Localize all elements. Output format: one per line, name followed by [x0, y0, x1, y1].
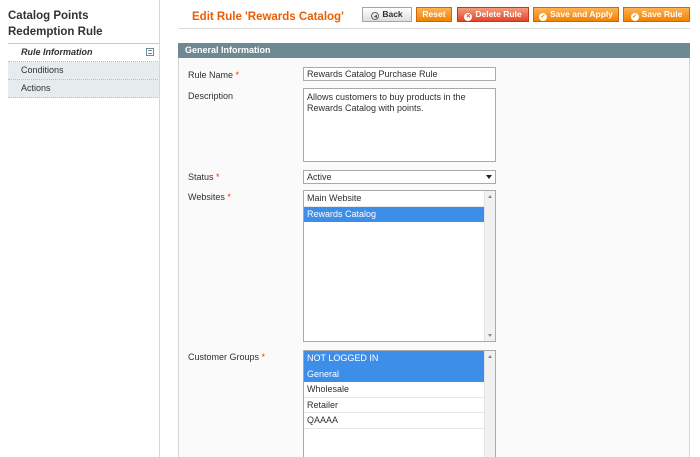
customer-group-option[interactable]: QAAAA	[304, 413, 484, 429]
delete-icon: ✕	[464, 13, 473, 21]
status-select[interactable]: Active	[303, 170, 496, 184]
delete-rule-button-label: Delete Rule	[475, 9, 522, 19]
websites-option[interactable]: Rewards Catalog	[304, 206, 484, 222]
description-textarea[interactable]: Allows customers to buy products in the …	[303, 88, 496, 162]
customer-group-option[interactable]: NOT LOGGED IN	[304, 351, 484, 367]
websites-label-text: Websites	[188, 192, 225, 202]
rule-name-label-text: Rule Name	[188, 70, 234, 80]
rule-name-label: Rule Name *	[188, 70, 239, 80]
customer-groups-label: Customer Groups *	[188, 352, 265, 362]
page-title: Edit Rule 'Rewards Catalog'	[192, 11, 344, 23]
required-marker: *	[235, 70, 240, 80]
customer-groups-multiselect[interactable]: NOT LOGGED IN General Wholesale Retailer…	[303, 350, 496, 457]
websites-option[interactable]: Main Website	[304, 191, 484, 207]
sidebar-tabs: Rule Information Conditions Actions	[8, 43, 160, 98]
delete-rule-button[interactable]: ✕ Delete Rule	[457, 7, 529, 22]
tab-label: Actions	[21, 83, 51, 93]
required-marker: *	[261, 352, 266, 362]
tab-label: Conditions	[21, 65, 64, 75]
status-select-value: Active	[307, 172, 332, 182]
save-and-apply-button[interactable]: ✓ Save and Apply	[533, 7, 619, 22]
reset-button-label: Reset	[422, 9, 446, 19]
reset-button[interactable]: Reset	[416, 7, 452, 22]
status-label-text: Status	[188, 172, 214, 182]
back-arrow-icon: ◂	[371, 12, 380, 20]
customer-group-option[interactable]: Wholesale	[304, 382, 484, 398]
required-marker: *	[216, 172, 220, 182]
scrollbar[interactable]	[484, 351, 495, 457]
status-label: Status *	[188, 172, 220, 182]
required-marker: *	[227, 192, 231, 202]
tab-rule-information[interactable]: Rule Information	[8, 44, 160, 62]
websites-label: Websites *	[188, 192, 231, 202]
back-button-label: Back	[382, 9, 403, 19]
sidebar-divider	[159, 0, 160, 457]
check-icon: ✓	[539, 13, 547, 21]
scroll-down-icon[interactable]	[488, 334, 492, 337]
sidebar-title: Catalog Points Redemption Rule	[8, 10, 103, 38]
check-icon: ✓	[630, 13, 639, 21]
save-rule-button-label: Save Rule	[641, 9, 683, 19]
save-rule-button[interactable]: ✓ Save Rule	[623, 7, 690, 22]
sidebar: Catalog Points Redemption Rule Rule Info…	[0, 0, 160, 457]
scroll-up-icon[interactable]	[488, 195, 492, 198]
rule-name-input[interactable]: Rewards Catalog Purchase Rule	[303, 67, 496, 81]
tab-label: Rule Information	[21, 47, 93, 57]
panel-header: General Information	[178, 43, 690, 58]
customer-group-option[interactable]: Retailer	[304, 398, 484, 413]
chevron-down-icon	[486, 175, 492, 179]
scrollbar[interactable]	[484, 191, 495, 341]
header-divider	[178, 28, 690, 29]
description-label: Description	[188, 91, 234, 101]
scroll-up-icon[interactable]	[488, 355, 492, 358]
tab-actions[interactable]: Actions	[8, 80, 160, 98]
customer-groups-label-text: Customer Groups	[188, 352, 260, 362]
save-and-apply-button-label: Save and Apply	[550, 9, 613, 19]
back-button[interactable]: ◂ Back	[362, 7, 412, 22]
customer-group-option[interactable]: General	[304, 366, 484, 382]
tab-conditions[interactable]: Conditions	[8, 62, 160, 80]
collapse-icon[interactable]	[146, 48, 154, 56]
websites-multiselect[interactable]: Main Website Rewards Catalog	[303, 190, 496, 342]
